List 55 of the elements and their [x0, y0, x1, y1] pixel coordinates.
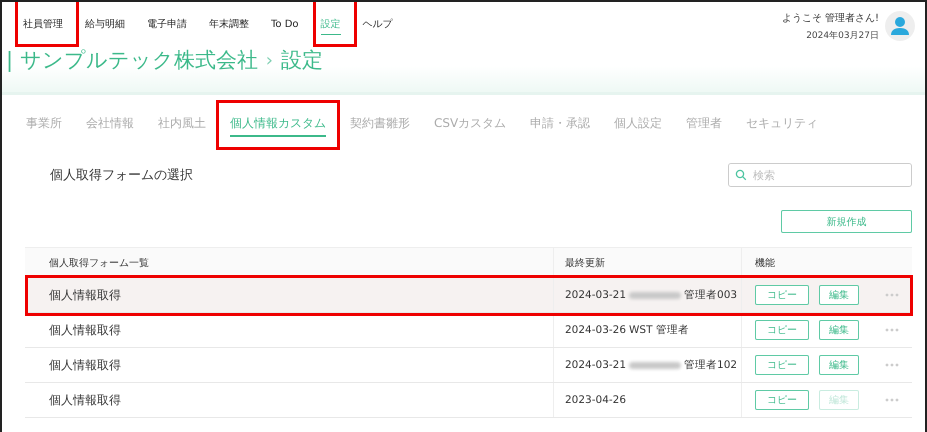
nav-item[interactable]: 設定 — [318, 13, 351, 35]
table-row[interactable]: 個人情報取得 2024-03-21 管理者003 コピー 編集 — [25, 278, 912, 313]
nav-item[interactable]: 電子申請 — [144, 13, 197, 35]
column-header: 個人取得フォーム一覧 — [25, 248, 554, 277]
settings-tab[interactable]: CSVカスタム — [434, 115, 506, 135]
breadcrumb-separator: › — [266, 50, 273, 70]
more-icon[interactable] — [885, 328, 899, 332]
date-text: 2024-03-26 — [565, 324, 626, 336]
form-name: 個人情報取得 — [49, 286, 121, 304]
table-row[interactable]: 個人情報取得 2023-04-26 コピー 編集 — [25, 383, 912, 418]
copy-button[interactable]: コピー — [755, 285, 809, 305]
form-name: 個人情報取得 — [49, 322, 121, 338]
user-name: 管理者102 — [684, 358, 738, 372]
edit-button[interactable]: 編集 — [819, 355, 859, 375]
settings-tab[interactable]: セキュリティ — [746, 115, 818, 135]
more-icon[interactable] — [885, 398, 899, 402]
avatar-icon[interactable] — [885, 11, 915, 41]
date-text: 2023-04-26 — [565, 394, 626, 406]
date-text: 2024-03-21 — [565, 289, 626, 301]
column-header: 最終更新 — [554, 248, 742, 277]
settings-tab[interactable]: 個人情報カスタム — [230, 115, 326, 137]
nav-item[interactable]: ヘルプ — [360, 13, 403, 35]
edit-button[interactable]: 編集 — [819, 320, 859, 340]
edit-button[interactable]: 編集 — [819, 285, 859, 305]
more-icon[interactable] — [885, 293, 899, 297]
new-button[interactable]: 新規作成 — [781, 210, 912, 233]
nav-item[interactable]: 年末調整 — [206, 13, 259, 35]
company-name: | サンプルテック株式会社 — [6, 47, 258, 74]
settings-tab[interactable]: 管理者 — [686, 115, 722, 135]
nav-item[interactable]: To Do — [268, 14, 309, 34]
settings-tab[interactable]: 契約書雛形 — [350, 115, 410, 135]
form-name: 個人情報取得 — [49, 392, 121, 408]
user-name: 管理者003 — [684, 288, 738, 302]
settings-tab[interactable]: 会社情報 — [86, 115, 134, 135]
settings-tab[interactable]: 申請・承認 — [530, 115, 590, 135]
copy-button[interactable]: コピー — [755, 320, 809, 340]
nav-item[interactable]: 社員管理 — [20, 13, 73, 35]
table-row[interactable]: 個人情報取得 2024-03-21 管理者102 コピー 編集 — [25, 348, 912, 383]
copy-button[interactable]: コピー — [755, 390, 809, 410]
greeting-text: ようこそ 管理者さん! — [782, 12, 879, 24]
settings-tab[interactable]: 社内風土 — [158, 115, 206, 135]
copy-button[interactable]: コピー — [755, 355, 809, 375]
nav-item[interactable]: 給与明細 — [82, 13, 135, 35]
settings-tab[interactable]: 事業所 — [26, 115, 62, 135]
section-title: 個人取得フォームの選択 — [50, 167, 193, 184]
search-field[interactable]: 検索 — [728, 163, 912, 187]
date-text: 2024年03月27日 — [805, 30, 879, 42]
more-icon[interactable] — [885, 363, 899, 367]
column-header: 機能 — [754, 256, 776, 270]
form-name: 個人情報取得 — [49, 356, 121, 374]
table-row[interactable]: 個人情報取得 2024-03-26 WST 管理者 コピー 編集 — [25, 313, 912, 348]
date-text: 2024-03-21 — [565, 359, 626, 371]
page-title: 設定 — [280, 47, 323, 74]
user-name: WST 管理者 — [629, 323, 689, 337]
settings-tab[interactable]: 個人設定 — [614, 115, 662, 135]
